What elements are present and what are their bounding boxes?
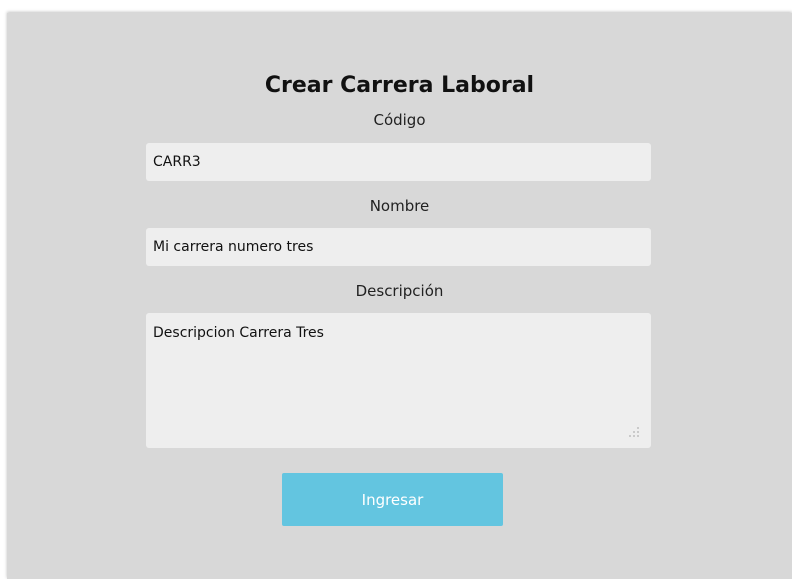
resize-grip-icon[interactable] bbox=[628, 426, 640, 438]
page-title: Crear Carrera Laboral bbox=[264, 73, 535, 98]
nombre-input[interactable] bbox=[146, 228, 651, 266]
descripcion-textarea[interactable]: Descripcion Carrera Tres bbox=[146, 313, 651, 448]
codigo-input[interactable] bbox=[146, 143, 651, 181]
ingresar-button[interactable]: Ingresar bbox=[282, 473, 503, 526]
descripcion-label: Descripción bbox=[355, 282, 444, 300]
nombre-label: Nombre bbox=[369, 197, 430, 215]
codigo-label: Código bbox=[373, 111, 426, 129]
form-card: Crear Carrera Laboral Código Nombre Desc… bbox=[7, 13, 792, 579]
